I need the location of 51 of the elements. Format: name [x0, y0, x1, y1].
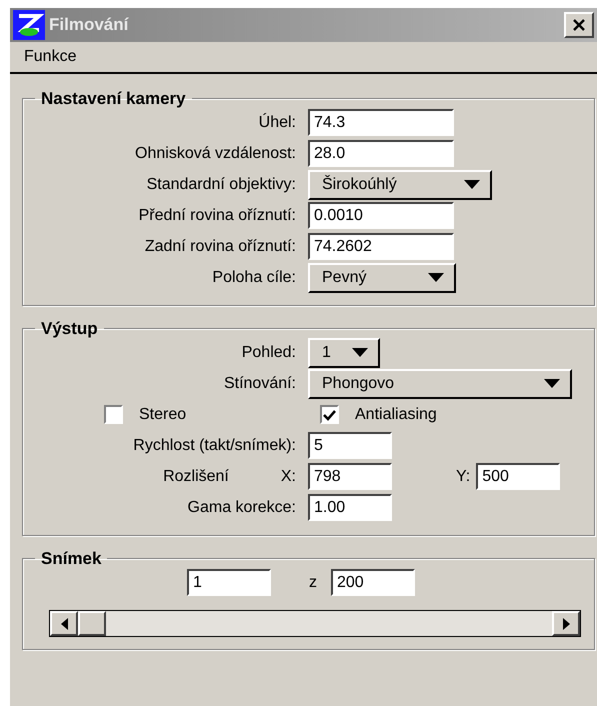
dropdown-arrow-icon [352, 348, 368, 357]
field-label: Standardní objektivy: [146, 174, 297, 194]
input-field[interactable]: 0.0010 [308, 202, 454, 229]
field-label: Rozlišení [163, 466, 229, 486]
field-label: Gama korekce: [186, 498, 297, 518]
input-field[interactable]: 28.0 [308, 140, 454, 167]
field-label: z [309, 572, 317, 592]
close-button[interactable] [564, 12, 594, 38]
field-label: Rychlost (takt/snímek): [132, 436, 297, 456]
field-label: Poloha cíle: [211, 268, 297, 288]
dropdown[interactable]: 1 [308, 338, 380, 368]
group-title: Výstup [40, 320, 99, 337]
group-title: Snímek [40, 550, 102, 567]
dropdown-arrow-icon [544, 379, 560, 388]
field-label: Stínování: [222, 374, 297, 394]
dropdown[interactable]: Pevný [308, 262, 456, 292]
dropdown[interactable]: Phongovo [308, 368, 572, 398]
checkbox[interactable] [320, 405, 339, 424]
scroll-left-button[interactable] [50, 611, 78, 636]
input-field[interactable]: 500 [476, 463, 560, 490]
scrollbar-thumb[interactable] [78, 611, 106, 636]
checkbox-label[interactable]: Antialiasing [355, 402, 437, 426]
field-label: Pohled: [240, 342, 297, 362]
scrollbar-track[interactable] [49, 610, 581, 637]
check-icon [323, 408, 336, 420]
field-label: Ohnisková vzdálenost: [134, 144, 297, 164]
input-field[interactable]: 200 [331, 569, 415, 596]
close-icon [572, 18, 586, 32]
input-field[interactable]: 74.3 [308, 109, 454, 136]
left-arrow-icon [60, 618, 68, 630]
field-label: Y: [456, 466, 470, 486]
group-title: Nastavení kamery [40, 90, 187, 107]
dropdown-arrow-icon [428, 273, 444, 282]
right-arrow-icon [562, 618, 570, 630]
input-field[interactable]: 798 [308, 463, 392, 490]
input-field[interactable]: 74.2602 [308, 233, 454, 260]
checkbox[interactable] [104, 405, 123, 424]
checkbox-label[interactable]: Stereo [139, 402, 186, 426]
dropdown-arrow-icon [464, 180, 480, 189]
input-field[interactable]: 1.00 [308, 494, 392, 521]
field-label: Přední rovina oříznutí: [138, 206, 297, 226]
window-title: Filmování [49, 14, 128, 36]
scroll-right-button[interactable] [552, 611, 580, 636]
menu-item[interactable]: Funkce [24, 45, 76, 69]
dropdown[interactable]: Širokoúhlý [308, 170, 492, 200]
input-field[interactable]: 1 [187, 569, 271, 596]
app-logo-icon [13, 10, 45, 40]
field-label: X: [280, 466, 296, 486]
field-label: Zadní rovina oříznutí: [144, 236, 297, 256]
field-label: Úhel: [258, 112, 297, 132]
input-field[interactable]: 5 [308, 432, 392, 459]
